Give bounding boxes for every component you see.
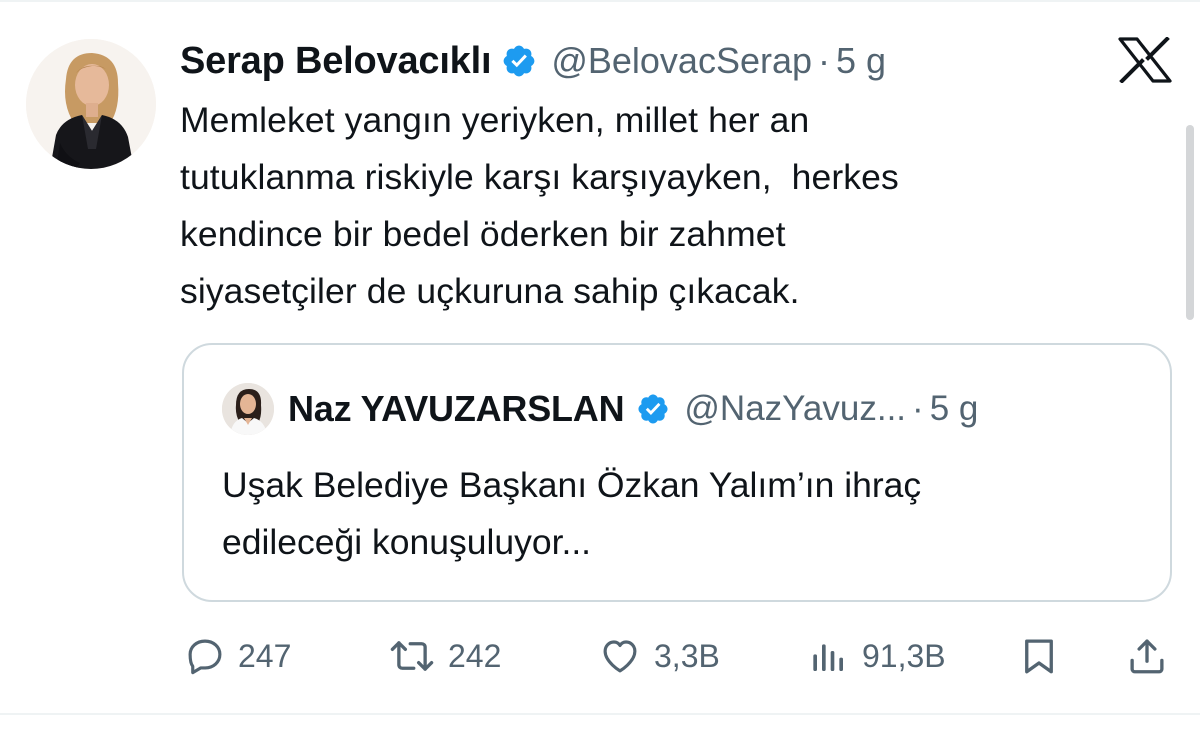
tweet-text-line: siyasetçiler de uçkuruna sahip çıkacak. bbox=[180, 271, 800, 311]
separator-dot: · bbox=[818, 40, 831, 81]
author-name[interactable]: Serap Belovacıklı bbox=[180, 40, 492, 83]
reply-count: 247 bbox=[238, 637, 292, 674]
quoted-author-avatar[interactable] bbox=[222, 383, 274, 435]
bookmark-icon bbox=[1025, 639, 1053, 674]
author-avatar[interactable] bbox=[26, 39, 156, 169]
bottom-divider bbox=[0, 713, 1200, 715]
views-count: 91,3B bbox=[862, 637, 946, 674]
like-count: 3,3B bbox=[654, 637, 720, 674]
retweet-count: 242 bbox=[448, 637, 502, 674]
heart-icon bbox=[603, 640, 637, 673]
retweet-icon bbox=[390, 641, 434, 671]
tweet-text-line: kendince bir bedel öderken bir zahmet bbox=[180, 214, 786, 254]
share-icon bbox=[1130, 639, 1164, 674]
reply-button[interactable]: 247 bbox=[184, 628, 291, 684]
verified-badge-icon bbox=[503, 45, 535, 77]
tweet-header: Serap Belovacıklı @BelovacSerap · 5 g bbox=[180, 34, 886, 88]
quoted-text-line: edileceği konuşuluyor... bbox=[222, 522, 592, 562]
tweet-text: Memleket yangın yeriyken, millet her an … bbox=[180, 92, 1130, 320]
quoted-author-name[interactable]: Naz YAVUZARSLAN bbox=[288, 388, 625, 430]
quoted-author-handle[interactable]: @NazYavuz... bbox=[684, 389, 906, 429]
x-logo-icon bbox=[1118, 37, 1172, 83]
views-button[interactable]: 91,3B bbox=[810, 628, 946, 684]
quoted-tweet-time[interactable]: 5 g bbox=[930, 389, 979, 429]
reply-icon bbox=[188, 639, 222, 675]
bookmark-button[interactable] bbox=[1018, 628, 1060, 684]
verified-badge-icon bbox=[638, 394, 668, 424]
scrollbar[interactable] bbox=[1186, 125, 1194, 320]
tweet-text-line: tutuklanma riskiyle karşı karşıyayken, h… bbox=[180, 157, 899, 197]
like-button[interactable]: 3,3B bbox=[598, 628, 720, 684]
tweet-time[interactable]: 5 g bbox=[836, 40, 886, 82]
separator-dot: · bbox=[912, 389, 924, 428]
quoted-tweet-header: Naz YAVUZARSLAN @NazYavuz... · 5 g bbox=[288, 381, 978, 437]
retweet-button[interactable]: 242 bbox=[388, 628, 501, 684]
quoted-tweet-text: Uşak Belediye Başkanı Özkan Yalım’ın ihr… bbox=[222, 457, 1122, 571]
top-divider bbox=[0, 0, 1200, 2]
views-icon bbox=[813, 644, 843, 671]
share-button[interactable] bbox=[1126, 628, 1168, 684]
action-bar: 247 242 3,3B 91,3B bbox=[0, 628, 1200, 684]
quoted-tweet-card[interactable]: Naz YAVUZARSLAN @NazYavuz... · 5 g Uşak … bbox=[182, 343, 1172, 602]
quoted-text-line: Uşak Belediye Başkanı Özkan Yalım’ın ihr… bbox=[222, 465, 922, 505]
tweet-text-line: Memleket yangın yeriyken, millet her an bbox=[180, 100, 810, 140]
author-handle[interactable]: @BelovacSerap bbox=[551, 40, 812, 82]
